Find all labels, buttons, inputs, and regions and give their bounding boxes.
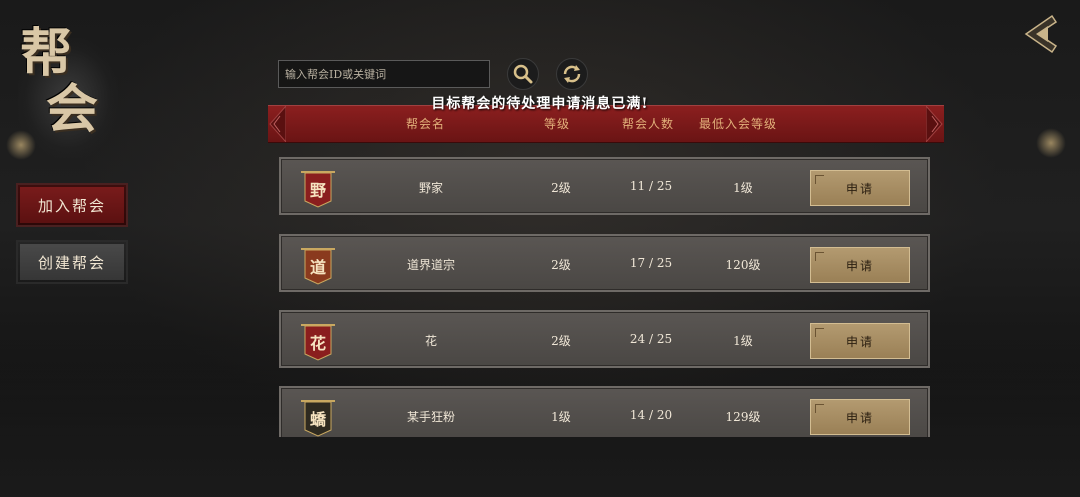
apply-button-label: 申请: [845, 258, 874, 273]
guild-name: 花: [424, 334, 437, 348]
sidebar-item-label: 创建帮会: [37, 253, 106, 272]
sidebar-item-create-guild[interactable]: 创建帮会: [16, 240, 128, 284]
guild-min-level: 120级: [725, 258, 761, 272]
search-button[interactable]: [507, 58, 539, 90]
table-row[interactable]: 野 野家 2级 11 / 25 1级 申请: [279, 157, 930, 215]
notice-toast: 目标帮会的待处理申请消息已满!: [431, 96, 649, 112]
table-row[interactable]: 蟜 某手狂粉 1级 14 / 20 129级 申请: [279, 386, 930, 437]
sidebar-item-join-guild[interactable]: 加入帮会: [16, 183, 128, 227]
table-row[interactable]: 道 道界道宗 2级 17 / 25 120级 申请: [279, 234, 930, 292]
table-row[interactable]: 花 花 2级 24 / 25 1级 申请: [279, 310, 930, 368]
sidebar-item-label: 加入帮会: [37, 196, 106, 215]
guild-emblem: 野: [299, 169, 337, 208]
apply-button-label: 申请: [845, 334, 874, 349]
apply-button[interactable]: 申请: [810, 323, 910, 359]
guild-members: 24 / 25: [629, 332, 673, 346]
apply-button-label: 申请: [845, 181, 874, 196]
guild-name: 道界道宗: [406, 258, 455, 272]
emblem-char: 花: [309, 334, 326, 353]
title-char-1: 帮: [20, 23, 73, 84]
header-min-level: 最低入会等级: [699, 117, 778, 131]
refresh-icon: [563, 65, 581, 83]
guild-min-level: 129级: [725, 410, 761, 424]
back-button[interactable]: [1022, 12, 1060, 56]
guild-members: 17 / 25: [629, 256, 673, 270]
apply-button[interactable]: 申请: [810, 399, 910, 435]
guild-name: 野家: [418, 181, 443, 195]
screen-title: 帮 会: [10, 18, 120, 158]
guild-level: 2级: [551, 181, 571, 195]
guild-min-level: 1级: [733, 181, 753, 195]
guild-emblem: 道: [299, 246, 337, 285]
search-input[interactable]: [279, 61, 489, 87]
emblem-char: 道: [309, 258, 326, 277]
refresh-button[interactable]: [556, 58, 588, 90]
guild-emblem: 花: [299, 322, 337, 361]
guild-name: 某手狂粉: [406, 410, 455, 424]
header-level: 等级: [544, 117, 571, 131]
emblem-char: 蟜: [309, 410, 326, 429]
guild-level: 2级: [551, 258, 571, 272]
back-arrow-icon: [1024, 14, 1058, 54]
guild-min-level: 1级: [733, 334, 753, 348]
apply-button-label: 申请: [845, 410, 874, 425]
emblem-char: 野: [309, 181, 326, 200]
lamp-glow: [1036, 128, 1066, 158]
header-guild-name: 帮会名: [406, 117, 446, 131]
header-members: 帮会人数: [622, 117, 675, 131]
guild-list[interactable]: 野野家 2级 11 / 25 1级 申请道道界道宗 2级 17 / 25 120级 申请花花 2级…: [270, 150, 950, 437]
guild-level: 2级: [551, 334, 571, 348]
guild-emblem: 蟜: [299, 398, 337, 437]
search-field[interactable]: [278, 60, 490, 88]
apply-button[interactable]: 申请: [810, 170, 910, 206]
guild-level: 1级: [551, 410, 571, 424]
search-icon: [513, 64, 533, 84]
guild-members: 14 / 20: [629, 408, 673, 422]
apply-button[interactable]: 申请: [810, 247, 910, 283]
guild-members: 11 / 25: [629, 179, 673, 193]
